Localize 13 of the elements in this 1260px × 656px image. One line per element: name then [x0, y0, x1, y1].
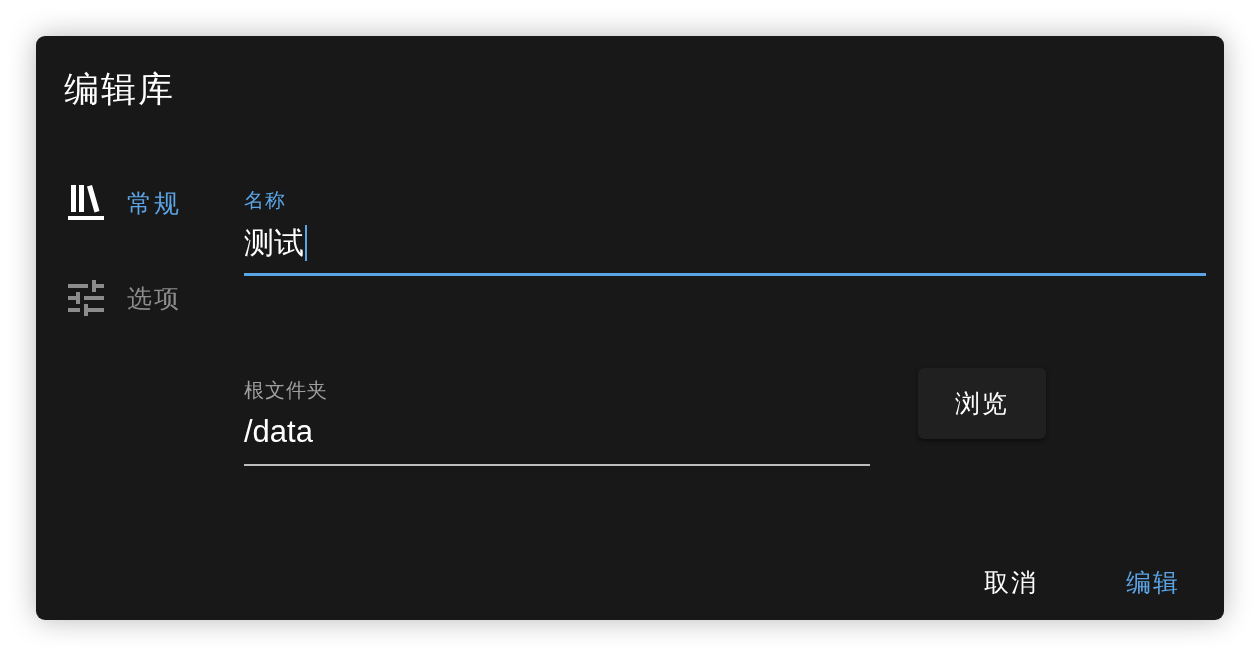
input-field[interactable]: /data: [244, 414, 870, 466]
cancel-button[interactable]: 取消: [962, 558, 1060, 606]
text-cursor-icon: [305, 225, 307, 261]
input-field[interactable]: 测试: [244, 225, 1206, 276]
sidebar-tab[interactable]: 常规: [64, 179, 181, 227]
field-label: 根文件夹: [244, 379, 328, 401]
sliders-icon: [68, 280, 104, 316]
dialog-title: 编辑库: [64, 69, 175, 109]
browse-button[interactable]: 浏览: [918, 368, 1046, 439]
confirm-button[interactable]: 编辑: [1104, 558, 1202, 606]
sidebar-tab[interactable]: 选项: [64, 274, 181, 322]
field-label: 名称: [244, 189, 286, 211]
books-icon: [68, 185, 104, 221]
